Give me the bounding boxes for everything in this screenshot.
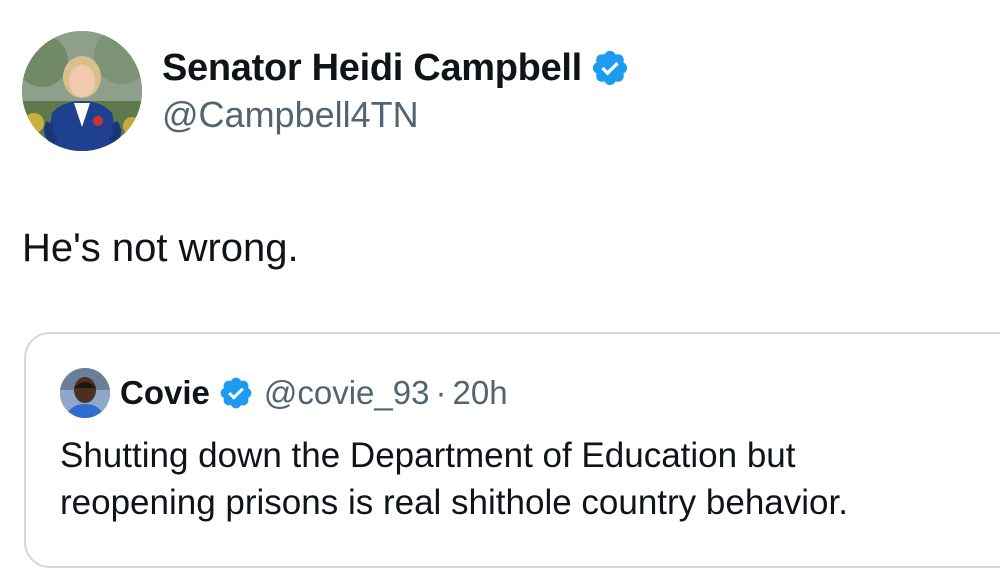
- quoted-tweet-text: Shutting down the Department of Educatio…: [60, 432, 990, 526]
- tweet-text: He's not wrong.: [22, 226, 299, 270]
- separator-dot: ·: [435, 374, 447, 411]
- verified-badge-icon: [218, 375, 254, 411]
- quoted-tweet-header: Covie @covie_93 · 20h: [120, 370, 508, 416]
- quoted-tweet-text-line: reopening prisons is real shithole count…: [60, 483, 848, 522]
- quoted-tweet-text-line: Shutting down the Department of Educatio…: [60, 436, 796, 475]
- author-name[interactable]: Senator Heidi Campbell: [162, 47, 582, 90]
- quoted-author-name[interactable]: Covie: [120, 374, 210, 412]
- author-avatar-image: [22, 31, 142, 151]
- quoted-author-handle[interactable]: @covie_93: [264, 374, 430, 412]
- quoted-tweet-time[interactable]: 20h: [452, 374, 507, 412]
- author-name-row[interactable]: Senator Heidi Campbell: [162, 40, 630, 96]
- tweet: Senator Heidi Campbell @Campbell4TN He's…: [0, 0, 1000, 587]
- quoted-author-avatar-image: [60, 368, 110, 418]
- quoted-author-avatar[interactable]: [60, 368, 110, 418]
- author-handle[interactable]: @Campbell4TN: [162, 94, 419, 136]
- quoted-tweet-card[interactable]: Covie @covie_93 · 20h Shutting down the …: [24, 332, 1000, 568]
- author-avatar[interactable]: [22, 31, 142, 151]
- verified-badge-icon: [590, 48, 630, 88]
